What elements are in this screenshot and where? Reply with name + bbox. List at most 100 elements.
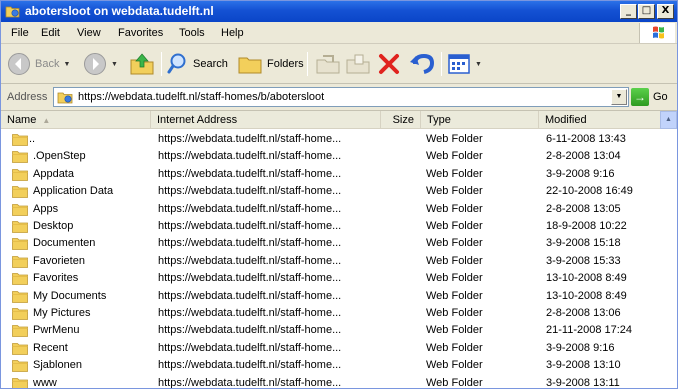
sort-ascending-icon: ▲ <box>42 116 51 125</box>
folder-icon <box>12 377 28 388</box>
folder-icon <box>12 308 28 320</box>
go-label: Go <box>653 91 668 103</box>
back-label: Back <box>35 58 60 70</box>
item-name: My Pictures <box>33 307 91 319</box>
folder-icon <box>12 255 28 268</box>
item-address: https://webdata.tudelft.nl/staff-home... <box>158 220 342 232</box>
forward-button[interactable]: ▼ <box>83 49 118 79</box>
list-item[interactable]: Appdata https://webdata.tudelft.nl/staff-… <box>1 166 677 183</box>
column-type[interactable]: Type <box>421 111 539 129</box>
item-address: https://webdata.tudelft.nl/staff-home... <box>158 133 342 145</box>
list-item[interactable]: Apps https://webdata.tudelft.nl/staff-hom… <box>1 201 677 218</box>
address-bar: Address https://webdata.tudelft.nl/staff… <box>1 84 677 111</box>
list-item[interactable]: Favorieten https://webdata.tudelft.nl/sta… <box>1 253 677 270</box>
close-button[interactable]: X <box>657 4 674 19</box>
item-type: Web Folder <box>426 359 483 372</box>
item-name: Sjablonen <box>33 359 82 372</box>
menu-favorites[interactable]: Favorites <box>118 27 163 39</box>
list-item[interactable]: Sjablonen https://webdata.tudelft.nl/staf… <box>1 357 677 374</box>
forward-dropdown-icon[interactable]: ▼ <box>111 61 118 68</box>
item-name: www <box>33 376 57 389</box>
folder-icon <box>12 186 28 199</box>
folder-icon <box>12 342 28 355</box>
list-item[interactable]: Desktop https://webdata.tudelft.nl/staff-… <box>1 218 677 235</box>
folder-globe-icon <box>57 92 73 104</box>
folder-icon <box>12 360 28 373</box>
delete-button[interactable] <box>377 49 401 79</box>
item-type: Web Folder <box>426 324 483 337</box>
views-button[interactable]: ▼ <box>447 49 482 79</box>
column-header: Name ▲ Internet Address Size Type Modifie… <box>1 111 677 129</box>
menu-help[interactable]: Help <box>221 27 244 39</box>
item-address: https://webdata.tudelft.nl/staff-home... <box>158 254 342 267</box>
item-name: My Documents <box>33 289 107 302</box>
menu-bar: File Edit View Favorites Tools Help <box>1 22 677 44</box>
list-item[interactable]: My Pictures https://webdata.tudelft.nl/st… <box>1 305 677 322</box>
address-dropdown-button[interactable]: ▼ <box>611 89 627 105</box>
folders-icon <box>238 57 262 74</box>
toolbar-separator <box>441 52 442 76</box>
list-item[interactable]: .. https://webdata.tudelft.nl/staff-home.… <box>1 131 677 148</box>
copy-to-button[interactable] <box>345 49 371 79</box>
item-address: https://webdata.tudelft.nl/staff-home... <box>158 376 342 389</box>
item-address: https://webdata.tudelft.nl/staff-home... <box>158 324 342 337</box>
column-modified[interactable]: Modified <box>539 111 661 129</box>
list-item[interactable]: www https://webdata.tudelft.nl/staff-home… <box>1 375 677 389</box>
column-internet-address[interactable]: Internet Address <box>151 111 381 129</box>
column-name[interactable]: Name ▲ <box>1 111 151 129</box>
item-modified: 3-9-2008 13:10 <box>546 359 621 372</box>
item-type: Web Folder <box>426 133 483 145</box>
search-button[interactable]: Search <box>167 49 228 79</box>
item-address: https://webdata.tudelft.nl/staff-home... <box>158 150 342 163</box>
undo-button[interactable] <box>409 49 435 79</box>
move-to-button[interactable] <box>315 49 341 79</box>
item-type: Web Folder <box>426 376 483 389</box>
address-label: Address <box>7 91 48 103</box>
list-item[interactable]: Favorites https://webdata.tudelft.nl/staf… <box>1 270 677 287</box>
minimize-button[interactable]: _ <box>620 4 637 19</box>
item-type: Web Folder <box>426 307 483 319</box>
list-item[interactable]: My Documents https://webdata.tudelft.nl/s… <box>1 288 677 305</box>
item-type: Web Folder <box>426 254 483 267</box>
scroll-up-button[interactable]: ▲ <box>660 111 677 129</box>
item-address: https://webdata.tudelft.nl/staff-home... <box>158 167 342 180</box>
item-name: .. <box>29 133 36 145</box>
item-address: https://webdata.tudelft.nl/staff-home... <box>158 359 342 372</box>
item-modified: 21-11-2008 17:24 <box>546 324 633 337</box>
menu-file[interactable]: File <box>11 27 29 39</box>
folder-icon <box>12 221 28 233</box>
item-modified: 3-9-2008 9:16 <box>546 167 615 180</box>
file-list[interactable]: Name ▲ Internet Address Size Type Modifie… <box>1 111 677 389</box>
go-button[interactable]: → Go <box>631 87 668 107</box>
back-dropdown-icon[interactable]: ▼ <box>63 61 70 68</box>
folder-icon <box>12 151 28 164</box>
column-size[interactable]: Size <box>381 111 421 129</box>
item-name: Appdata <box>33 167 74 180</box>
item-modified: 22-10-2008 16:49 <box>546 185 633 198</box>
item-modified: 2-8-2008 13:06 <box>546 307 621 319</box>
windows-logo-icon <box>639 23 675 43</box>
forward-arrow-icon <box>84 53 106 75</box>
address-input[interactable]: https://webdata.tudelft.nl/staff-homes/b… <box>53 87 629 107</box>
item-type: Web Folder <box>426 167 483 180</box>
explorer-window: abotersloot on webdata.tudelft.nl _ □ X … <box>0 0 678 389</box>
up-button[interactable] <box>129 49 155 79</box>
menu-tools[interactable]: Tools <box>179 27 205 39</box>
menu-edit[interactable]: Edit <box>41 27 60 39</box>
folder-globe-icon <box>5 6 20 18</box>
toolbar-separator <box>161 52 162 76</box>
list-item[interactable]: Application Data https://webdata.tudelft.… <box>1 183 677 200</box>
back-button[interactable]: Back ▼ <box>7 49 70 79</box>
folders-button[interactable]: Folders <box>237 49 304 79</box>
item-type: Web Folder <box>426 220 483 232</box>
title-bar[interactable]: abotersloot on webdata.tudelft.nl _ □ X <box>1 1 677 22</box>
maximize-button[interactable]: □ <box>638 4 655 19</box>
list-item[interactable]: Documenten https://webdata.tudelft.nl/sta… <box>1 235 677 252</box>
list-item[interactable]: .OpenStep https://webdata.tudelft.nl/staf… <box>1 148 677 165</box>
views-dropdown-icon[interactable]: ▼ <box>475 61 482 68</box>
item-modified: 3-9-2008 9:16 <box>546 341 615 354</box>
list-item[interactable]: Recent https://webdata.tudelft.nl/staff-h… <box>1 340 677 357</box>
menu-view[interactable]: View <box>77 27 101 39</box>
item-modified: 3-9-2008 15:18 <box>546 237 621 250</box>
list-item[interactable]: PwrMenu https://webdata.tudelft.nl/staff-… <box>1 322 677 339</box>
